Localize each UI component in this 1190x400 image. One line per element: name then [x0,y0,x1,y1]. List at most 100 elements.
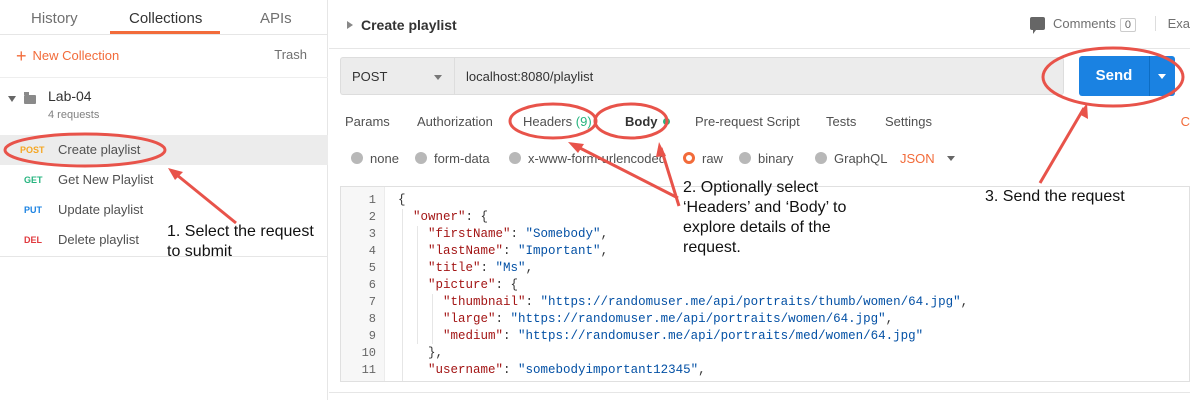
code-line: "title": "Ms", [428,261,534,275]
headers-count: (9) [575,114,592,129]
tab-body[interactable]: Body [625,114,670,129]
code-line: { [398,193,406,207]
comment-icon [1030,17,1046,34]
divider [0,34,328,35]
tab-pre-request-script[interactable]: Pre-request Script [695,114,800,129]
url-input[interactable] [454,57,1064,95]
code-line: "firstName": "Somebody", [428,227,609,241]
body-type-form-data[interactable]: form-data [415,151,490,166]
comments-count: 0 [1119,18,1136,32]
code-line: "picture": { [428,278,519,292]
sidebar: History Collections APIs + New Collection… [0,0,328,400]
annotation-step-1: 1. Select the request to submit [167,223,314,260]
body-type-raw[interactable]: raw [683,151,723,166]
method-value: POST [352,69,388,84]
code-line: "medium": "https://randomuser.me/api/por… [443,329,924,343]
line-number: 4 [368,244,376,258]
cookies-link[interactable]: C [1181,114,1190,129]
divider [329,48,1190,49]
line-number: 11 [361,363,376,377]
trash-link[interactable]: Trash [274,47,307,62]
code-line: "lastName": "Important", [428,244,609,258]
line-number: 8 [368,312,376,326]
status-dot-icon [662,118,670,125]
chevron-right-icon [347,21,353,29]
line-number: 6 [368,278,376,292]
radio-label: binary [758,151,794,166]
collection-request-count: 4 requests [48,109,100,121]
folder-icon [24,92,36,104]
line-number-gutter: 1 2 3 4 5 6 7 8 9 10 11 [341,187,385,381]
chevron-down-icon [434,75,442,80]
line-number: 7 [368,295,376,309]
radio-icon [739,152,751,164]
radio-label: form-data [434,151,490,166]
send-button[interactable]: Send [1079,56,1175,96]
body-type-urlencoded[interactable]: x-www-form-urlencoded [509,151,666,166]
request-title: Create playlist [361,17,457,33]
body-type-none[interactable]: none [351,151,399,166]
radio-icon [415,152,427,164]
line-number: 10 [361,346,376,360]
request-name: Delete playlist [58,232,139,247]
plus-icon: + [16,46,27,66]
tab-history[interactable]: History [31,10,78,27]
radio-icon [815,152,827,164]
body-format-select[interactable]: JSON [900,151,955,166]
request-get-new-playlist[interactable]: GET Get New Playlist [0,165,328,195]
new-collection-button[interactable]: + New Collection [16,46,119,67]
request-update-playlist[interactable]: PUT Update playlist [0,195,328,225]
footer-bar [329,392,1190,400]
radio-icon [351,152,363,164]
tab-apis[interactable]: APIs [260,10,292,27]
method-badge: PUT [24,205,42,215]
code-line: "large": "https://randomuser.me/api/port… [443,312,894,326]
line-number: 9 [368,329,376,343]
chevron-down-icon [946,156,955,161]
code-line: }, [398,346,444,360]
chevron-down-icon[interactable] [8,96,16,102]
body-type-binary[interactable]: binary [739,151,793,166]
radio-label: x-www-form-urlencoded [528,151,666,166]
radio-icon [509,152,521,164]
collection-name: Lab-04 [48,88,92,104]
code-line: "username": "somebodyimportant12345", [428,363,706,377]
divider [1149,56,1150,96]
code-line: "thumbnail": "https://randomuser.me/api/… [443,295,969,309]
tab-body-label: Body [625,114,658,129]
radio-selected-icon [683,152,695,164]
line-number: 1 [368,193,376,207]
line-number: 3 [368,227,376,241]
request-name: Create playlist [58,142,141,157]
radio-label: GraphQL [834,151,888,166]
method-select[interactable]: POST [340,57,454,95]
comments-button[interactable]: Comments 0 [1030,16,1136,34]
send-label: Send [1095,67,1133,84]
tab-headers[interactable]: Headers (9) [523,114,592,129]
tab-tests[interactable]: Tests [826,114,856,129]
request-name: Get New Playlist [58,172,154,187]
request-breadcrumb[interactable]: Create playlist [347,17,457,33]
method-badge: GET [24,175,43,185]
tab-params[interactable]: Params [345,114,390,129]
request-name: Update playlist [58,202,144,217]
line-number: 5 [368,261,376,275]
new-collection-label: New Collection [32,48,120,63]
comments-label: Comments [1053,16,1116,31]
examples-button[interactable]: Exa [1154,16,1190,31]
radio-label: none [370,151,399,166]
line-number: 2 [368,210,376,224]
tab-authorization[interactable]: Authorization [417,114,493,129]
body-format-value: JSON [900,151,935,166]
code-line: "owner": { [413,210,489,224]
request-create-playlist[interactable]: POST Create playlist [0,135,328,165]
tab-collections[interactable]: Collections [129,10,202,27]
annotation-step-2: 2. Optionally select ‘Headers’ and ‘Body… [683,179,847,256]
body-type-graphql[interactable]: GraphQL [815,151,887,166]
radio-label: raw [702,151,723,166]
method-badge: POST [20,145,45,155]
annotation-step-3: 3. Send the request [985,188,1125,205]
chevron-down-icon[interactable] [1158,74,1166,79]
tab-headers-label: Headers [523,114,573,129]
tab-settings[interactable]: Settings [885,114,932,129]
